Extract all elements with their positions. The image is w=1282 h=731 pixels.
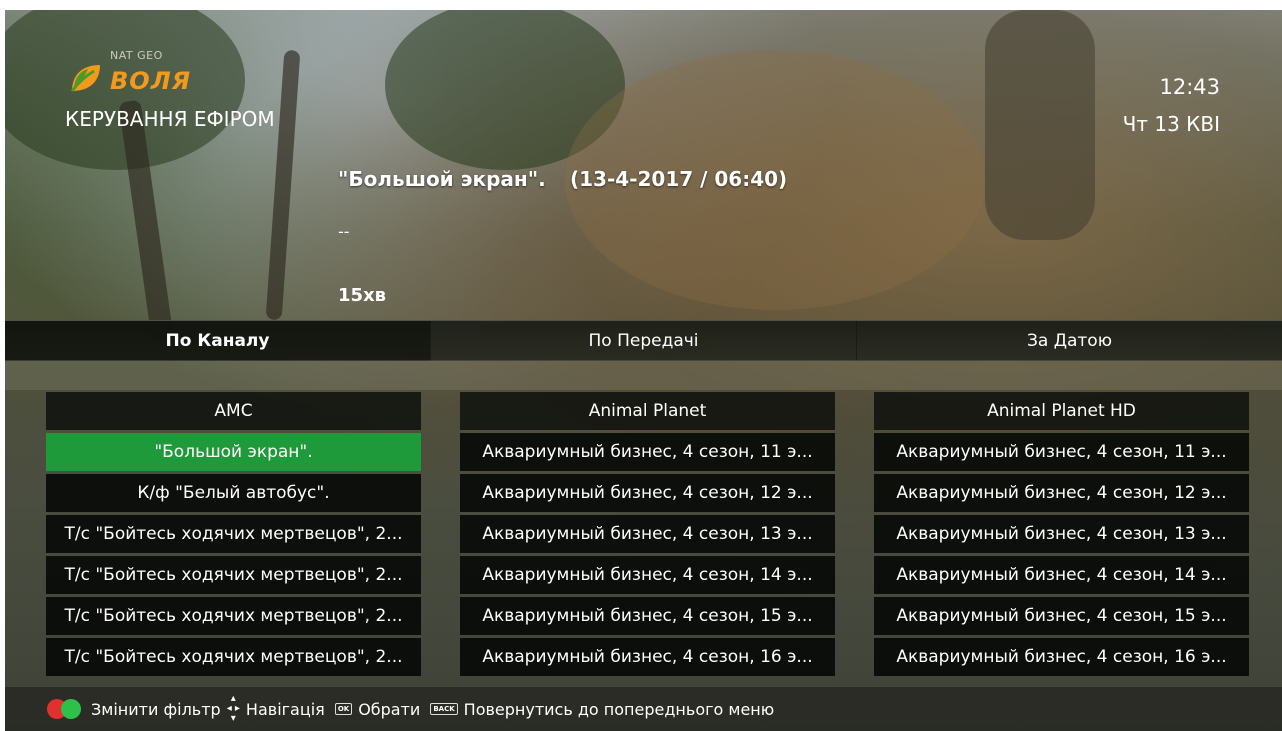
program-row[interactable]: Аквариумный бизнес, 4 сезон, 15 э... <box>874 597 1249 635</box>
background-tree <box>985 10 1095 240</box>
program-row[interactable]: Аквариумный бизнес, 4 сезон, 13 э... <box>874 515 1249 553</box>
program-row[interactable]: "Большой экран". <box>46 433 421 471</box>
program-row[interactable]: Аквариумный бизнес, 4 сезон, 14 э... <box>874 556 1249 594</box>
green-button-icon <box>61 699 81 719</box>
select-hint-label: Обрати <box>358 699 421 719</box>
page-title: КЕРУВАННЯ ЕФІРОМ <box>65 107 275 131</box>
dpad-arrows-icon: ▴ ◂ ▸ ▾ <box>226 693 240 724</box>
channel-column-animal-planet: Animal Planet Аквариумный бизнес, 4 сезо… <box>460 392 835 679</box>
tab-by-program[interactable]: По Передачі <box>430 321 856 361</box>
ok-key-icon: OK <box>334 703 353 715</box>
tab-by-date[interactable]: За Датою <box>856 321 1282 361</box>
program-row[interactable]: Аквариумный бизнес, 4 сезон, 11 э... <box>460 433 835 471</box>
channel-column-animal-planet-hd: Animal Planet HD Аквариумный бизнес, 4 с… <box>874 392 1249 679</box>
program-row[interactable]: Аквариумный бизнес, 4 сезон, 16 э... <box>874 638 1249 676</box>
channel-header: AMC <box>46 392 421 430</box>
logo-natgeo-text: NAT GEO <box>110 49 163 62</box>
separator-strip <box>5 360 1282 390</box>
program-row[interactable]: Аквариумный бизнес, 4 сезон, 16 э... <box>460 638 835 676</box>
program-row[interactable]: Т/с "Бойтесь ходячих мертвецов", 2... <box>46 556 421 594</box>
channel-header: Animal Planet HD <box>874 392 1249 430</box>
program-row[interactable]: Т/с "Бойтесь ходячих мертвецов", 2... <box>46 638 421 676</box>
back-key-icon: BACK <box>430 703 458 715</box>
leaf-icon <box>70 65 100 92</box>
program-duration: 15хв <box>338 285 387 306</box>
background-tree <box>265 49 301 321</box>
program-row[interactable]: К/ф "Белый автобус". <box>46 474 421 512</box>
program-row[interactable]: Аквариумный бизнес, 4 сезон, 11 э... <box>874 433 1249 471</box>
hint-bar: Змінити фільтр ▴ ◂ ▸ ▾ Навігація OK Обрати… <box>5 687 1282 731</box>
program-title: "Большой экран". <box>338 167 546 191</box>
channel-logo: NAT GEO ВОЛЯ <box>68 49 228 99</box>
program-row[interactable]: Аквариумный бизнес, 4 сезон, 12 э... <box>460 474 835 512</box>
channel-header: Animal Planet <box>460 392 835 430</box>
tab-by-channel[interactable]: По Каналу <box>5 321 430 361</box>
tv-screen: NAT GEO ВОЛЯ КЕРУВАННЯ ЕФІРОМ 12:43 Чт 1… <box>5 10 1282 731</box>
program-row[interactable]: Аквариумный бизнес, 4 сезон, 15 э... <box>460 597 835 635</box>
program-datetime: (13-4-2017 / 06:40) <box>570 167 788 191</box>
program-description: -- <box>338 222 350 241</box>
epg-grid: AMC "Большой экран". К/ф "Белый автобус"… <box>5 390 1282 687</box>
logo-brand-text: ВОЛЯ <box>110 67 192 95</box>
channel-column-amc: AMC "Большой экран". К/ф "Белый автобус"… <box>46 392 421 679</box>
program-row[interactable]: Аквариумный бизнес, 4 сезон, 12 э... <box>874 474 1249 512</box>
back-hint-label: Повернутись до попереднього меню <box>463 699 775 719</box>
filter-tabs: По Каналу По Передачі За Датою <box>5 320 1282 361</box>
program-row[interactable]: Т/с "Бойтесь ходячих мертвецов", 2... <box>46 515 421 553</box>
navigation-hint-label: Навігація <box>245 699 325 719</box>
program-row[interactable]: Аквариумный бизнес, 4 сезон, 14 э... <box>460 556 835 594</box>
program-row[interactable]: Т/с "Бойтесь ходячих мертвецов", 2... <box>46 597 421 635</box>
filter-hint-label: Змінити фільтр <box>91 699 221 719</box>
program-row[interactable]: Аквариумный бизнес, 4 сезон, 13 э... <box>460 515 835 553</box>
clock: 12:43 <box>1159 75 1220 99</box>
date-display: Чт 13 КВІ <box>1122 112 1220 136</box>
